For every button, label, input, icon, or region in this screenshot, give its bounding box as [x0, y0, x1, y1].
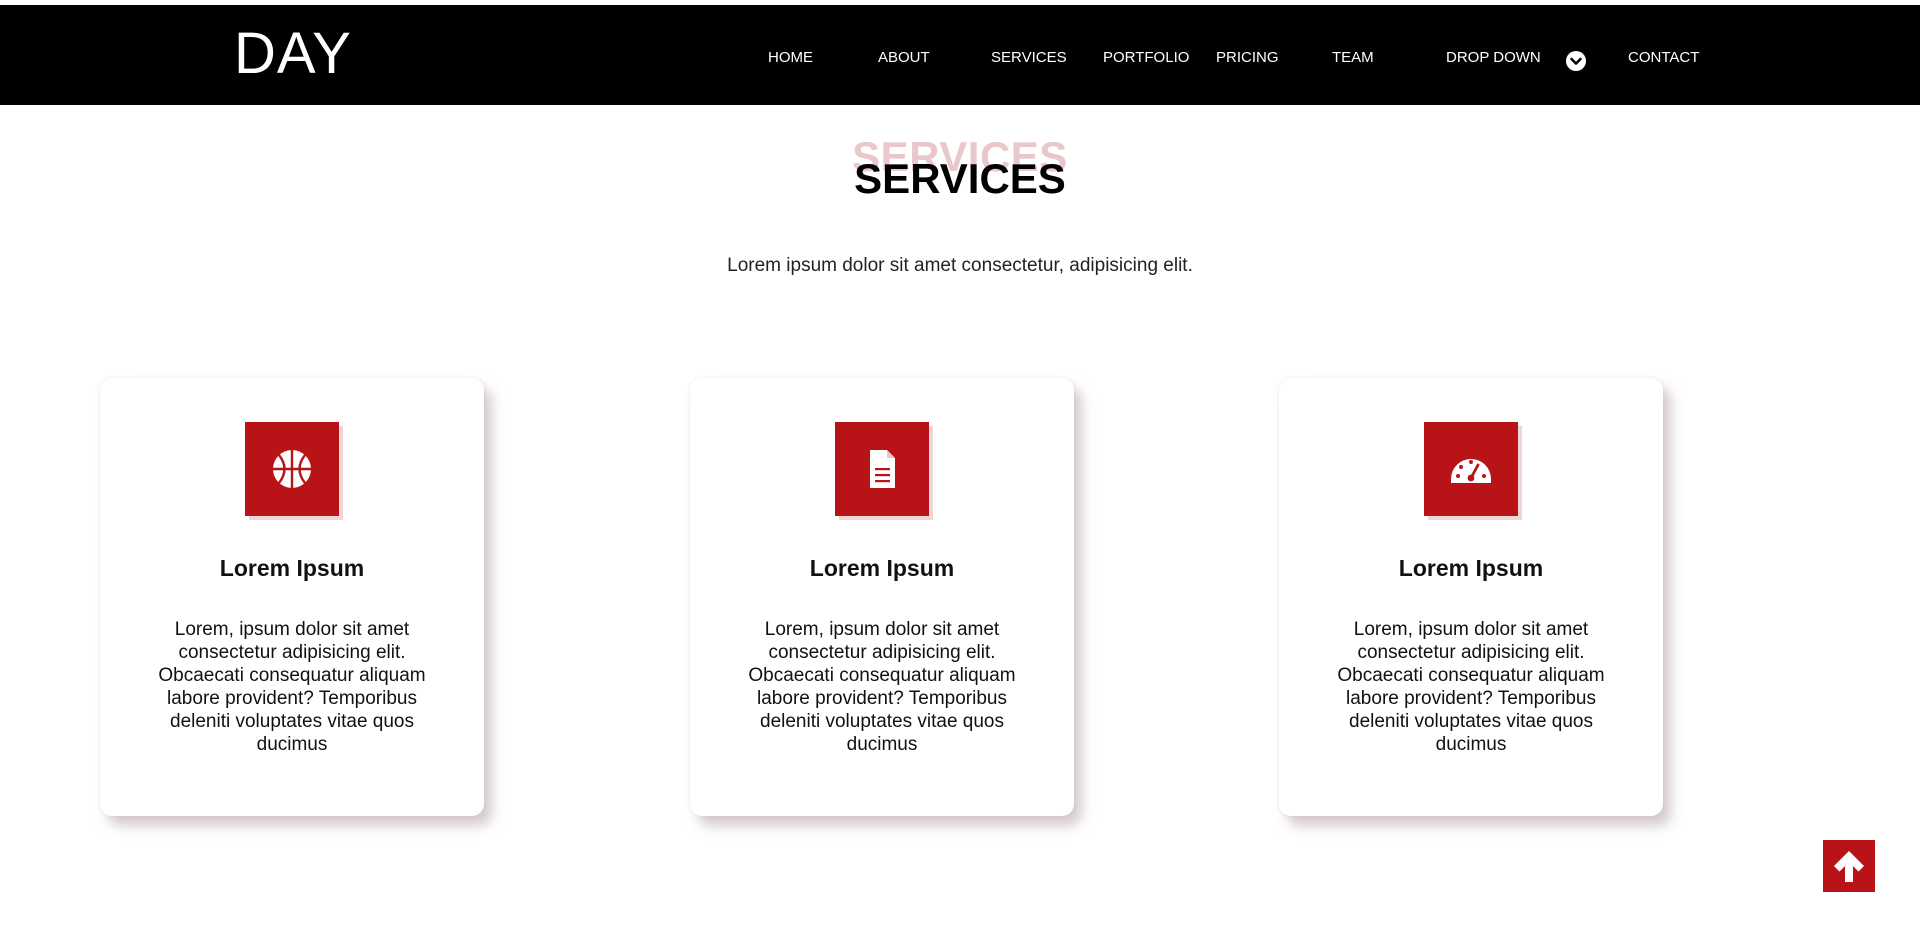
nav-portfolio[interactable]: PORTFOLIO: [1103, 49, 1189, 67]
service-icon-box: [835, 422, 929, 516]
section-title: SERVICES: [854, 155, 1066, 202]
card-title: Lorem Ipsum: [219, 555, 365, 581]
service-icon-box: [1424, 422, 1518, 516]
nav-contact[interactable]: CONTACT: [1628, 49, 1699, 67]
brand-logo[interactable]: DAY: [234, 19, 352, 89]
chevron-circle-down-icon[interactable]: [1566, 51, 1586, 71]
service-card: Lorem Ipsum Lorem, ipsum dolor sit amet …: [690, 378, 1074, 816]
service-card: Lorem Ipsum Lorem, ipsum dolor sit amet …: [100, 378, 484, 816]
service-icon-box: [245, 422, 339, 516]
card-title: Lorem Ipsum: [809, 555, 955, 581]
section-subtitle: Lorem ipsum dolor sit amet consectetur, …: [727, 255, 1193, 276]
arrow-up-icon: [1834, 851, 1864, 882]
card-text: Lorem, ipsum dolor sit amet consectetur …: [158, 619, 426, 755]
card-text: Lorem, ipsum dolor sit amet consectetur …: [748, 619, 1016, 755]
basketball-icon: [273, 450, 311, 488]
navbar: DAY HOME ABOUT SERVICES PORTFOLIO PRICIN…: [0, 5, 1920, 105]
nav-home[interactable]: HOME: [768, 49, 813, 67]
speedometer-icon: [1451, 459, 1491, 483]
document-icon: [870, 450, 895, 488]
nav-dropdown[interactable]: DROP DOWN: [1446, 49, 1541, 67]
nav-pricing[interactable]: PRICING: [1216, 49, 1279, 67]
card-title: Lorem Ipsum: [1398, 555, 1544, 581]
service-card: Lorem Ipsum Lorem, ipsum dolor sit amet …: [1279, 378, 1663, 816]
card-text: Lorem, ipsum dolor sit amet consectetur …: [1337, 619, 1605, 755]
nav-services[interactable]: SERVICES: [991, 49, 1067, 67]
nav-about[interactable]: ABOUT: [878, 49, 930, 67]
scroll-to-top-button[interactable]: [1823, 840, 1875, 892]
nav-team[interactable]: TEAM: [1332, 49, 1374, 67]
